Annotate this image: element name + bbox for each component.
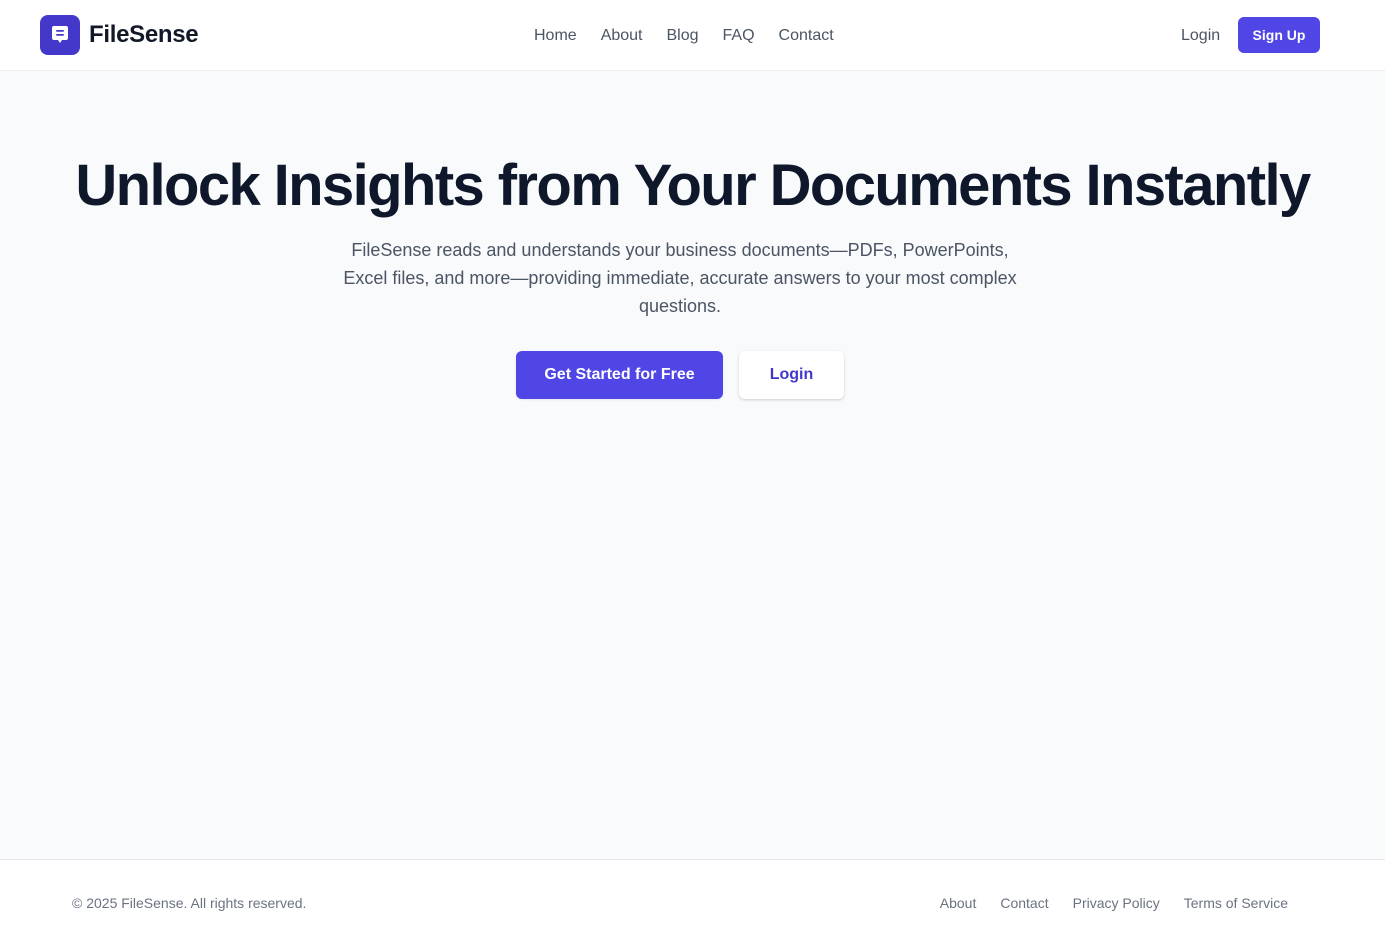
site-header: FileSense Home About Blog FAQ Contact Lo… [0, 0, 1385, 71]
footer-about-link[interactable]: About [940, 894, 977, 912]
nav-faq-link[interactable]: FAQ [723, 26, 755, 46]
footer-terms-link[interactable]: Terms of Service [1184, 894, 1288, 912]
hero-subtitle: FileSense reads and understands your bus… [343, 240, 1017, 316]
footer-privacy-link[interactable]: Privacy Policy [1073, 894, 1160, 912]
signup-button[interactable]: Sign Up [1238, 17, 1320, 53]
copyright-text: © 2025 FileSense. All rights reserved. [72, 895, 307, 911]
hero-title: Unlock Insights from Your Documents Inst… [75, 153, 1311, 218]
nav-about-link[interactable]: About [601, 26, 643, 46]
hero-login-button[interactable]: Login [739, 351, 844, 399]
brand-logo[interactable]: FileSense [40, 15, 199, 55]
main-nav: Home About Blog FAQ Contact [534, 26, 858, 46]
brand-name: FileSense [89, 21, 199, 48]
nav-home-link[interactable]: Home [534, 26, 577, 46]
footer-contact-link[interactable]: Contact [1000, 894, 1048, 912]
header-login-link[interactable]: Login [1181, 26, 1220, 46]
chat-bubble-icon [40, 15, 80, 55]
footer-links: About Contact Privacy Policy Terms of Se… [916, 894, 1288, 912]
site-footer: © 2025 FileSense. All rights reserved. A… [0, 859, 1385, 931]
nav-blog-link[interactable]: Blog [667, 26, 699, 46]
get-started-button[interactable]: Get Started for Free [516, 351, 723, 399]
nav-contact-link[interactable]: Contact [779, 26, 834, 46]
